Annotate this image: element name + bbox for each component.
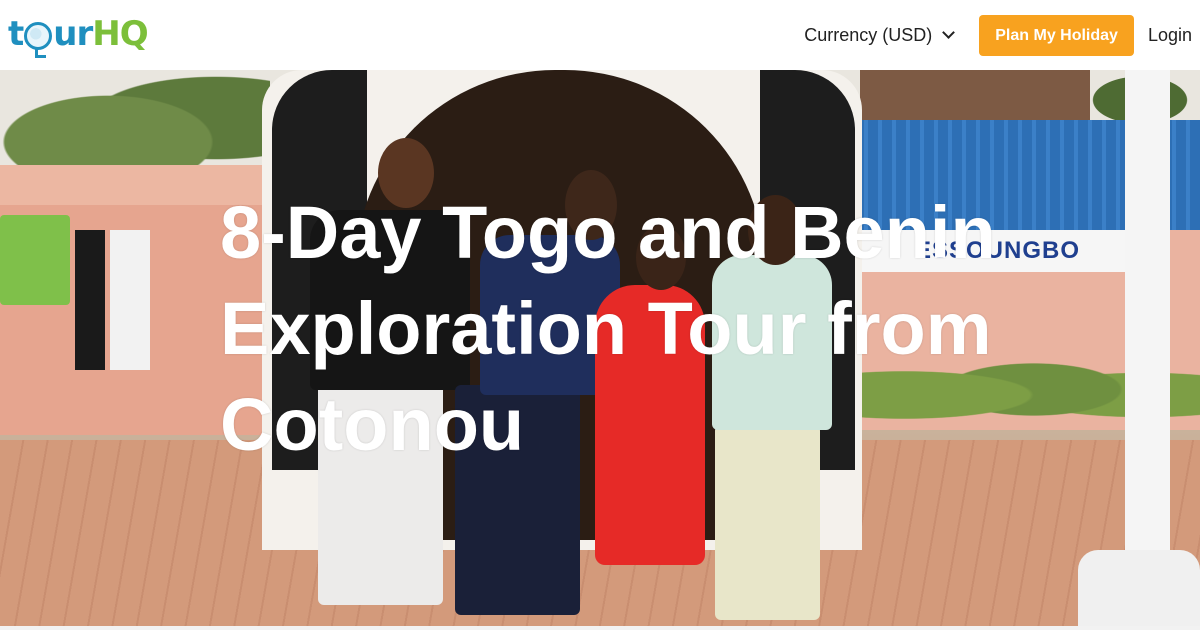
currency-selector[interactable]: Currency (USD) xyxy=(804,25,956,46)
chevron-down-icon xyxy=(942,26,956,39)
globe-icon xyxy=(24,22,53,58)
bottom-divider xyxy=(0,626,1200,630)
tour-title: 8-Day Togo and Benin Exploration Tour fr… xyxy=(220,191,996,466)
tourhq-logo[interactable]: t ur HQ xyxy=(8,12,149,58)
currency-label: Currency (USD) xyxy=(804,25,933,45)
hero-banner: ESSOUNGBO 8-Day Togo and Benin Explorati… xyxy=(0,70,1200,630)
login-link[interactable]: Login xyxy=(1148,25,1192,46)
top-navbar: t ur HQ Currency (USD) Plan My Holiday Log… xyxy=(0,0,1200,70)
plan-my-holiday-button[interactable]: Plan My Holiday xyxy=(979,15,1134,56)
nav-actions: Currency (USD) Plan My Holiday Login xyxy=(804,15,1192,56)
